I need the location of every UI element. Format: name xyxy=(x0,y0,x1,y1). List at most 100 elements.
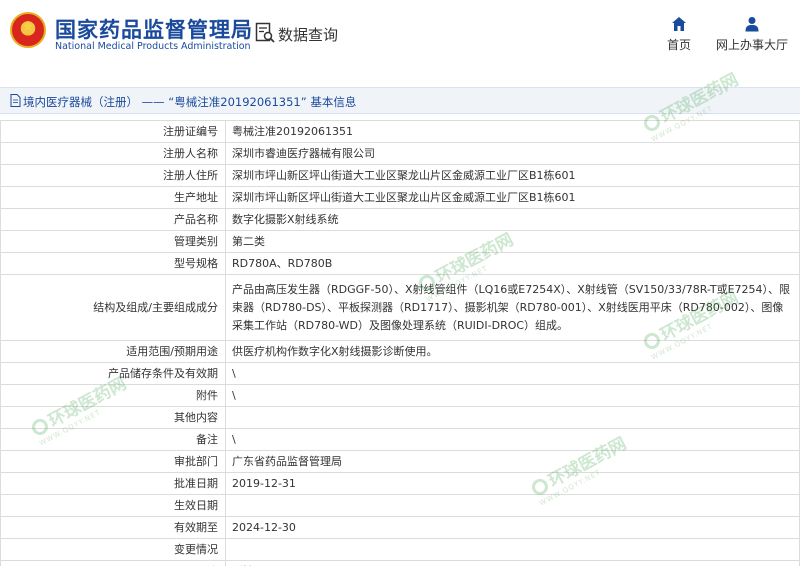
document-icon xyxy=(10,94,21,107)
field-value xyxy=(225,494,800,517)
site-header: 国家药品监督管理局 National Medical Products Admi… xyxy=(0,0,800,80)
field-label: 结构及组成/主要组成成分 xyxy=(0,274,226,341)
national-emblem-logo xyxy=(10,12,46,48)
field-value-text: 第二类 xyxy=(232,235,265,248)
nav-online-hall[interactable]: 网上办事大厅 xyxy=(716,16,788,53)
field-label-text: 管理类别 xyxy=(174,235,218,248)
table-row: 注册证编号 粤械注准20192061351 xyxy=(0,120,800,143)
nav-online-hall-label: 网上办事大厅 xyxy=(716,38,789,52)
field-value-text: 2019-12-31 xyxy=(232,477,296,490)
field-label-text: 有效期至 xyxy=(174,521,218,534)
field-value: 数字化摄影X射线系统 xyxy=(225,208,800,231)
field-label: 产品名称 xyxy=(0,208,226,231)
field-value-text: 粤械注准20192061351 xyxy=(232,125,353,138)
table-row: 备注 \ xyxy=(0,428,800,451)
nav-home[interactable]: 首页 xyxy=(664,16,694,53)
table-row: 注详情 xyxy=(0,560,800,566)
field-label: 审批部门 xyxy=(0,450,226,473)
field-value-text: 供医疗机构作数字化X射线摄影诊断使用。 xyxy=(232,345,438,358)
field-value: 详情 xyxy=(225,560,800,566)
field-label-text: 结构及组成/主要组成成分 xyxy=(93,301,218,314)
table-row: 批准日期 2019-12-31 xyxy=(0,472,800,495)
table-row: 管理类别 第二类 xyxy=(0,230,800,253)
field-value: 第二类 xyxy=(225,230,800,253)
field-label: 注册证编号 xyxy=(0,120,226,143)
field-value xyxy=(225,406,800,429)
field-label: 注册人名称 xyxy=(0,142,226,165)
field-value-text: 深圳市坪山新区坪山街道大工业区聚龙山片区金威源工业厂区B1栋601 xyxy=(232,169,576,182)
table-row: 生效日期 xyxy=(0,494,800,517)
field-label: 注册人住所 xyxy=(0,164,226,187)
breadcrumb: 境内医疗器械（注册） —— “粤械注准20192061351” 基本信息 xyxy=(0,87,800,114)
table-row: 注册人住所 深圳市坪山新区坪山街道大工业区聚龙山片区金威源工业厂区B1栋601 xyxy=(0,164,800,187)
field-label-text: 其他内容 xyxy=(174,411,218,424)
field-label: 注 xyxy=(0,560,226,566)
field-value: 供医疗机构作数字化X射线摄影诊断使用。 xyxy=(225,340,800,363)
field-label: 附件 xyxy=(0,384,226,407)
field-value: 产品由高压发生器（RDGGF-50）、X射线管组件（LQ16或E7254X）、X… xyxy=(225,274,800,341)
table-row: 型号规格 RD780A、RD780B xyxy=(0,252,800,275)
field-label-text: 批准日期 xyxy=(174,477,218,490)
field-value: 深圳市睿迪医疗器械有限公司 xyxy=(225,142,800,165)
field-label-text: 生效日期 xyxy=(174,499,218,512)
field-value: 广东省药品监督管理局 xyxy=(225,450,800,473)
field-value: 2019-12-31 xyxy=(225,472,800,495)
field-value: 深圳市坪山新区坪山街道大工业区聚龙山片区金威源工业厂区B1栋601 xyxy=(225,164,800,187)
field-value-text: 深圳市睿迪医疗器械有限公司 xyxy=(232,147,375,160)
table-row: 注册人名称 深圳市睿迪医疗器械有限公司 xyxy=(0,142,800,165)
field-value-text: \ xyxy=(232,433,236,446)
field-label-text: 产品名称 xyxy=(174,213,218,226)
field-label-text: 注册人名称 xyxy=(163,147,218,160)
field-value: 深圳市坪山新区坪山街道大工业区聚龙山片区金威源工业厂区B1栋601 xyxy=(225,186,800,209)
field-value: 粤械注准20192061351 xyxy=(225,120,800,143)
field-label-text: 备注 xyxy=(196,433,218,446)
field-label-text: 产品储存条件及有效期 xyxy=(108,367,218,380)
field-value-text: \ xyxy=(232,367,236,380)
table-row: 生产地址 深圳市坪山新区坪山街道大工业区聚龙山片区金威源工业厂区B1栋601 xyxy=(0,186,800,209)
field-value xyxy=(225,538,800,561)
field-label-text: 型号规格 xyxy=(174,257,218,270)
field-value: 2024-12-30 xyxy=(225,516,800,539)
field-label-text: 适用范围/预期用途 xyxy=(126,345,218,358)
nav-home-label: 首页 xyxy=(666,38,691,52)
field-label-text: 变更情况 xyxy=(174,543,218,556)
field-value: \ xyxy=(225,428,800,451)
field-value: \ xyxy=(225,384,800,407)
table-row: 其他内容 xyxy=(0,406,800,429)
field-value-text: RD780A、RD780B xyxy=(232,257,333,270)
field-label-text: 注册人住所 xyxy=(163,169,218,182)
table-row: 有效期至 2024-12-30 xyxy=(0,516,800,539)
field-label-text: 生产地址 xyxy=(174,191,218,204)
site-title-en: National Medical Products Administration xyxy=(55,41,251,52)
data-query-title: 数据查询 xyxy=(278,26,339,44)
field-label: 其他内容 xyxy=(0,406,226,429)
field-value-text: 数字化摄影X射线系统 xyxy=(232,213,339,226)
field-value-text: 2024-12-30 xyxy=(232,521,296,534)
field-label: 批准日期 xyxy=(0,472,226,495)
field-value: RD780A、RD780B xyxy=(225,252,800,275)
table-row: 产品名称 数字化摄影X射线系统 xyxy=(0,208,800,231)
table-row: 结构及组成/主要组成成分 产品由高压发生器（RDGGF-50）、X射线管组件（LQ… xyxy=(0,274,800,341)
field-label-text: 附件 xyxy=(196,389,218,402)
field-label: 型号规格 xyxy=(0,252,226,275)
field-label-text: 审批部门 xyxy=(174,455,218,468)
field-value-text: \ xyxy=(232,389,236,402)
table-row: 产品储存条件及有效期 \ xyxy=(0,362,800,385)
field-label: 适用范围/预期用途 xyxy=(0,340,226,363)
user-icon xyxy=(745,17,759,32)
data-query-icon xyxy=(255,22,275,43)
field-label: 有效期至 xyxy=(0,516,226,539)
field-value-text: 深圳市坪山新区坪山街道大工业区聚龙山片区金威源工业厂区B1栋601 xyxy=(232,191,576,204)
registration-info-table: 注册证编号 粤械注准20192061351 注册人名称 深圳市睿迪医疗器械有限公司 注册… xyxy=(0,120,800,566)
field-label: 备注 xyxy=(0,428,226,451)
field-label-text: 注册证编号 xyxy=(163,125,218,138)
field-value-text: 产品由高压发生器（RDGGF-50）、X射线管组件（LQ16或E7254X）、X… xyxy=(232,282,791,332)
breadcrumb-text: 境内医疗器械（注册） —— “粤械注准20192061351” 基本信息 xyxy=(23,95,357,109)
table-row: 变更情况 xyxy=(0,538,800,561)
site-title-cn: 国家药品监督管理局 xyxy=(55,18,253,42)
table-row: 附件 \ xyxy=(0,384,800,407)
field-value-text: 广东省药品监督管理局 xyxy=(232,455,342,468)
field-label: 管理类别 xyxy=(0,230,226,253)
field-value: \ xyxy=(225,362,800,385)
field-label: 生产地址 xyxy=(0,186,226,209)
